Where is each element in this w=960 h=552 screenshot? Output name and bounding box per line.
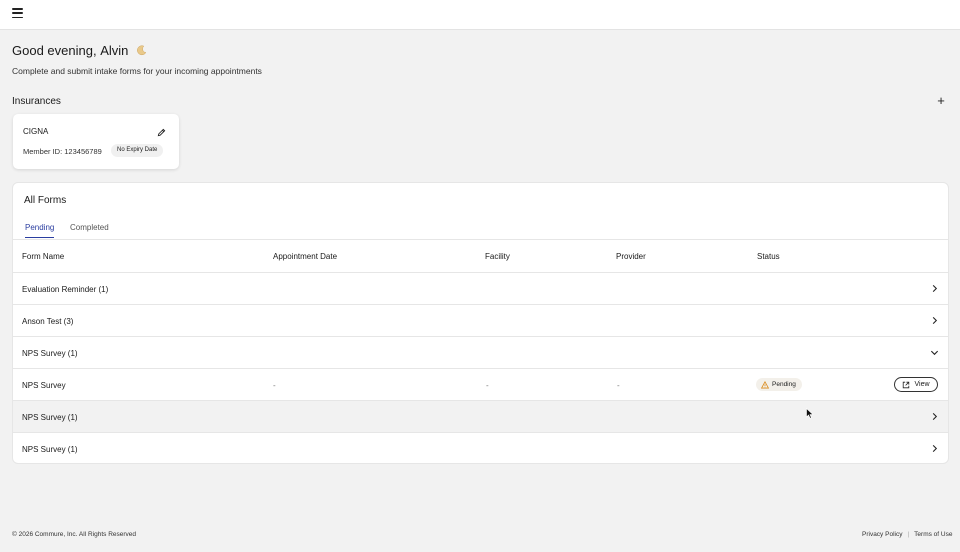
form-name: Evaluation Reminder (1) xyxy=(22,285,109,294)
greeting: Good evening, Alvin xyxy=(12,43,147,58)
form-name: NPS Survey (1) xyxy=(22,349,78,358)
table-row-expanded: NPS Survey - - - Pending View xyxy=(13,368,948,400)
chevron-right-icon xyxy=(932,284,938,293)
status-label: Pending xyxy=(772,381,796,388)
column-provider: Provider xyxy=(616,252,646,261)
column-facility: Facility xyxy=(485,252,510,261)
user-name: Alvin xyxy=(100,43,129,58)
form-name: NPS Survey xyxy=(22,381,66,390)
member-id: Member ID: 123456789 xyxy=(23,147,102,156)
form-name: NPS Survey (1) xyxy=(22,413,78,422)
all-forms-title: All Forms xyxy=(24,195,67,206)
form-name: Anson Test (3) xyxy=(22,317,74,326)
add-insurance-button[interactable]: + xyxy=(934,94,948,108)
footer-separator: | xyxy=(907,531,910,538)
appointment-date: - xyxy=(273,381,276,390)
pencil-icon xyxy=(157,128,165,136)
page-subtitle: Complete and submit intake forms for you… xyxy=(12,66,262,76)
tab-pending[interactable]: Pending xyxy=(25,223,55,238)
warning-icon xyxy=(761,380,769,388)
chevron-right-icon xyxy=(932,412,938,421)
insurances-title: Insurances xyxy=(12,96,61,107)
table-row[interactable]: NPS Survey (1) xyxy=(13,336,948,368)
status-badge: Pending xyxy=(756,378,802,391)
hamburger-menu-icon[interactable] xyxy=(12,8,23,18)
column-status: Status xyxy=(757,252,780,261)
copyright: © 2026 Commure, Inc. All Rights Reserved xyxy=(12,531,137,538)
table-row[interactable]: NPS Survey (1) xyxy=(13,432,948,463)
chevron-down-icon xyxy=(930,350,939,356)
top-bar xyxy=(0,0,960,30)
chevron-right-icon xyxy=(932,444,938,453)
table-header: Form Name Appointment Date Facility Prov… xyxy=(13,240,948,272)
edit-insurance-button[interactable] xyxy=(153,124,169,140)
table-row[interactable]: Anson Test (3) xyxy=(13,304,948,336)
plus-icon: + xyxy=(937,93,945,108)
expiry-badge: No Expiry Date xyxy=(111,144,164,157)
terms-of-use-link[interactable]: Terms of Use xyxy=(914,531,952,538)
column-appointment-date: Appointment Date xyxy=(273,252,338,261)
external-link-icon xyxy=(903,381,910,388)
moon-icon xyxy=(137,45,147,56)
view-label: View xyxy=(914,381,930,388)
view-button[interactable]: View xyxy=(894,377,938,392)
insurance-card: CIGNA Member ID: 123456789 No Expiry Dat… xyxy=(13,114,179,169)
greeting-prefix: Good evening, xyxy=(12,43,97,58)
insurance-name: CIGNA xyxy=(23,127,49,136)
chevron-right-icon xyxy=(932,316,938,325)
facility: - xyxy=(486,381,489,390)
footer-links: Privacy Policy | Terms of Use xyxy=(862,531,952,538)
all-forms-card: All Forms Pending Completed Form Name Ap… xyxy=(12,182,949,464)
tab-completed[interactable]: Completed xyxy=(70,223,109,237)
provider: - xyxy=(617,381,620,390)
column-form-name: Form Name xyxy=(22,252,65,261)
privacy-policy-link[interactable]: Privacy Policy xyxy=(862,531,902,538)
mouse-cursor-icon xyxy=(806,408,814,419)
table-row[interactable]: Evaluation Reminder (1) xyxy=(13,272,948,304)
form-name: NPS Survey (1) xyxy=(22,445,78,454)
